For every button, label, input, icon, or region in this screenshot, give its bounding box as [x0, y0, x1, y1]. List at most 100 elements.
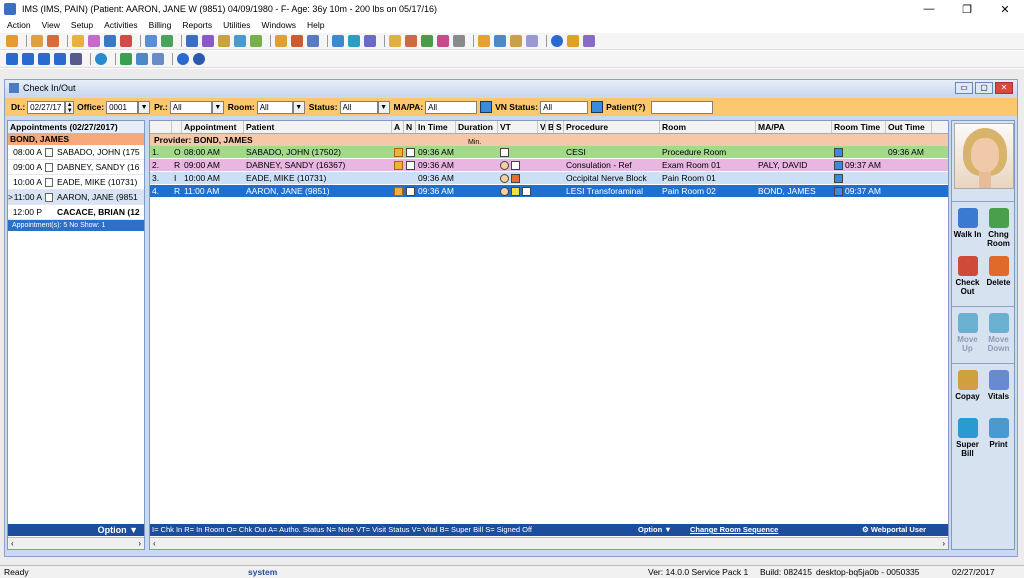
- lock-icon[interactable]: [567, 35, 579, 47]
- move-up-button[interactable]: Move Up: [952, 311, 983, 359]
- grid-horizontal-scrollbar[interactable]: ‹ ›: [150, 537, 948, 549]
- column-header-procedure[interactable]: Procedure: [564, 121, 660, 133]
- move-down-button[interactable]: Move Down: [983, 311, 1014, 359]
- column-header-mapa[interactable]: MA/PA: [756, 121, 832, 133]
- calculator-icon[interactable]: [526, 35, 538, 47]
- date-spinner[interactable]: ▲ ▼: [65, 100, 75, 114]
- provider-field[interactable]: [169, 100, 212, 114]
- menu-windows[interactable]: Windows: [262, 20, 296, 30]
- left-option-button[interactable]: Option ▼: [8, 524, 144, 536]
- room-dropdown-button[interactable]: ▼: [292, 100, 305, 114]
- left-horizontal-scrollbar[interactable]: ‹ ›: [8, 537, 144, 549]
- restore-button[interactable]: ❐: [948, 0, 986, 18]
- analytics-icon[interactable]: [405, 35, 417, 47]
- appointment-item[interactable]: 09:00 A DABNEY, SANDY (16: [8, 160, 144, 175]
- change-room-button[interactable]: Chng Room: [983, 206, 1014, 254]
- transfer-icon[interactable]: [494, 35, 506, 47]
- patient-icon[interactable]: [6, 35, 18, 47]
- visit-status-icon[interactable]: [511, 161, 520, 171]
- note-icon[interactable]: [406, 148, 415, 158]
- scroll-right-icon[interactable]: ›: [942, 538, 945, 549]
- child-close-button[interactable]: ✕: [995, 82, 1013, 94]
- next-record-icon[interactable]: [38, 53, 50, 65]
- camera-icon[interactable]: [152, 53, 164, 65]
- copay-button[interactable]: Copay: [952, 368, 983, 416]
- sort-icon[interactable]: [70, 53, 82, 65]
- table-row-selected[interactable]: 4. R 11:00 AM AARON, JANE (9851) 09:36 A…: [150, 185, 948, 198]
- note-icon[interactable]: [406, 161, 415, 171]
- provider-face-icon[interactable]: [500, 187, 509, 197]
- email-icon[interactable]: [364, 35, 376, 47]
- table-row[interactable]: 2. R 09:00 AM DABNEY, SANDY (16367) 09:3…: [150, 159, 948, 172]
- user-edit-icon[interactable]: [47, 35, 59, 47]
- last-record-icon[interactable]: [54, 53, 66, 65]
- claims-icon[interactable]: [437, 35, 449, 47]
- column-header-s[interactable]: S: [554, 121, 564, 133]
- authorization-icon[interactable]: [394, 148, 403, 158]
- first-record-icon[interactable]: [6, 53, 18, 65]
- previous-record-icon[interactable]: [22, 53, 34, 65]
- chart-icon[interactable]: [161, 35, 173, 47]
- change-room-sequence-link[interactable]: Change Room Sequence: [690, 524, 778, 536]
- child-minimize-button[interactable]: ▭: [955, 82, 973, 94]
- scroll-left-icon[interactable]: ‹: [153, 538, 156, 549]
- column-header-out-time[interactable]: Out Time: [886, 121, 932, 133]
- menu-action[interactable]: Action: [7, 20, 31, 30]
- bar-chart-icon[interactable]: [136, 53, 148, 65]
- authorization-icon[interactable]: [394, 161, 403, 171]
- logout-icon[interactable]: [583, 35, 595, 47]
- table-row[interactable]: 1. O 08:00 AM SABADO, JOHN (17502) 09:36…: [150, 146, 948, 159]
- table-row[interactable]: 3. I 10:00 AM EADE, MIKE (10731) 09:36 A…: [150, 172, 948, 185]
- tools-icon[interactable]: [250, 35, 262, 47]
- walk-in-button[interactable]: Walk In: [952, 206, 983, 254]
- bill-icon[interactable]: [275, 35, 287, 47]
- appointment-item[interactable]: 12:00 P CACACE, BRIAN (12: [8, 205, 144, 220]
- vital-edit-icon[interactable]: [511, 174, 520, 184]
- visit-status-icon[interactable]: [500, 148, 509, 158]
- vn-status-field[interactable]: [540, 100, 589, 114]
- report-icon[interactable]: [389, 35, 401, 47]
- ledger-icon[interactable]: [421, 35, 433, 47]
- appointment-item-selected[interactable]: > 11:00 A AARON, JANE (9851: [8, 190, 144, 205]
- document-icon[interactable]: [104, 35, 116, 47]
- column-header-vt[interactable]: VT: [498, 121, 538, 133]
- room-time-icon[interactable]: [834, 148, 843, 158]
- folder-icon[interactable]: [72, 35, 84, 47]
- column-header-status[interactable]: [172, 121, 182, 133]
- menu-reports[interactable]: Reports: [182, 20, 212, 30]
- office-field[interactable]: [106, 100, 139, 114]
- menu-billing[interactable]: Billing: [149, 20, 172, 30]
- appointment-item[interactable]: 08:00 A SABADO, JOHN (175: [8, 145, 144, 160]
- calendar-icon[interactable]: [88, 35, 100, 47]
- scroll-left-icon[interactable]: ‹: [11, 538, 14, 549]
- people-icon[interactable]: [234, 35, 246, 47]
- sync-icon[interactable]: [186, 35, 198, 47]
- room-time-icon[interactable]: [834, 187, 843, 197]
- column-header-v[interactable]: V: [538, 121, 546, 133]
- inbox-icon[interactable]: [510, 35, 522, 47]
- office-dropdown-button[interactable]: ▼: [138, 100, 151, 114]
- settings-icon[interactable]: [478, 35, 490, 47]
- message-icon[interactable]: [332, 35, 344, 47]
- user-icon[interactable]: [31, 35, 43, 47]
- mapa-field[interactable]: [425, 100, 478, 114]
- provider-face-icon[interactable]: [500, 161, 509, 171]
- vital-icon[interactable]: [511, 187, 520, 197]
- print-icon[interactable]: [291, 35, 303, 47]
- dollar-icon[interactable]: [120, 53, 132, 65]
- refresh-icon[interactable]: [95, 53, 107, 65]
- flask-icon[interactable]: [120, 35, 132, 47]
- menu-utilities[interactable]: Utilities: [223, 20, 250, 30]
- mapa-picker-icon[interactable]: [480, 101, 493, 113]
- status-dropdown-button[interactable]: ▼: [377, 100, 390, 114]
- column-header-room[interactable]: Room: [660, 121, 756, 133]
- column-header-room-time[interactable]: Room Time: [832, 121, 886, 133]
- patient-field[interactable]: [651, 100, 714, 114]
- cancel-icon[interactable]: [193, 53, 205, 65]
- insurance-icon[interactable]: [307, 35, 319, 47]
- column-header-a[interactable]: A: [392, 121, 404, 133]
- column-header-patient[interactable]: Patient: [244, 121, 392, 133]
- scroll-right-icon[interactable]: ›: [138, 538, 141, 549]
- vitals-button[interactable]: Vitals: [983, 368, 1014, 416]
- column-header-in-time[interactable]: In Time: [416, 121, 456, 133]
